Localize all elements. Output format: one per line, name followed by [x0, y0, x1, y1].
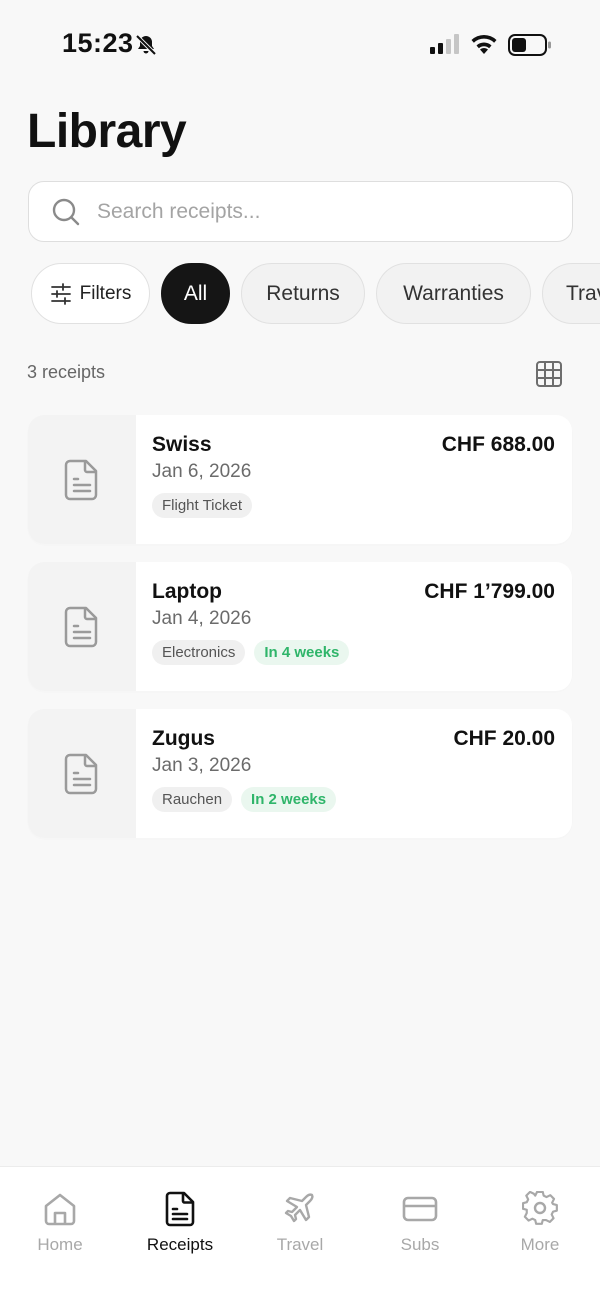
tab-receipts[interactable]: Receipts — [120, 1191, 240, 1261]
tab-label: Receipts — [146, 1235, 214, 1254]
receipt-name: Swiss — [152, 433, 212, 456]
receipt-amount: CHF 1’799.00 — [424, 580, 555, 603]
document-icon — [64, 459, 98, 500]
cellular-signal-icon — [430, 34, 459, 54]
document-icon — [64, 753, 98, 794]
status-bar: 15:23 — [0, 0, 600, 90]
chip-travel[interactable]: Travel — [542, 263, 600, 324]
tab-label: Subs — [400, 1235, 440, 1254]
page-title: Library — [27, 105, 187, 158]
receipt-count: 3 receipts — [27, 362, 106, 382]
receipt-icon — [165, 1191, 195, 1227]
chip-warranties[interactable]: Warranties — [376, 263, 531, 324]
category-tag: Flight Ticket — [152, 493, 253, 518]
receipt-tags: Flight Ticket — [152, 493, 253, 518]
filters-button[interactable]: Filters — [31, 263, 150, 324]
chip-returns[interactable]: Returns — [241, 263, 365, 324]
tab-home[interactable]: Home — [0, 1191, 120, 1261]
filter-chips: Filters All Returns Warranties Travel — [31, 263, 600, 324]
receipt-amount: CHF 688.00 — [441, 433, 555, 456]
tab-label: More — [520, 1235, 560, 1254]
category-tag: Electronics — [152, 640, 246, 665]
document-icon — [64, 606, 98, 647]
tab-bar: Home Receipts Travel Subs More — [0, 1166, 600, 1299]
home-icon — [44, 1193, 76, 1226]
receipt-date: Jan 3, 2026 — [152, 755, 252, 776]
tab-label: Travel — [276, 1235, 324, 1254]
receipt-thumbnail — [28, 415, 136, 544]
battery-icon — [508, 34, 551, 56]
receipt-card[interactable]: Swiss Jan 6, 2026 CHF 688.00 Flight Tick… — [28, 415, 572, 544]
wifi-icon — [471, 34, 497, 54]
receipt-name: Laptop — [152, 580, 222, 603]
status-time: 15:23 — [62, 28, 134, 58]
receipt-thumbnail — [28, 562, 136, 691]
sliders-icon — [50, 282, 71, 305]
list-toolbar: 3 receipts — [27, 360, 563, 390]
receipt-tags: Rauchen In 2 weeks — [152, 787, 337, 812]
gear-icon — [522, 1191, 558, 1225]
grid-view-icon[interactable] — [535, 360, 563, 388]
reminder-badge: In 4 weeks — [254, 640, 350, 665]
chip-all[interactable]: All — [161, 263, 230, 324]
tab-more[interactable]: More — [480, 1191, 600, 1261]
reminder-badge: In 2 weeks — [241, 787, 337, 812]
plane-icon — [284, 1193, 314, 1223]
receipt-amount: CHF 20.00 — [453, 727, 555, 750]
receipt-thumbnail — [28, 709, 136, 838]
tab-subs[interactable]: Subs — [360, 1191, 480, 1261]
receipt-tags: Electronics In 4 weeks — [152, 640, 350, 665]
receipt-card[interactable]: Zugus Jan 3, 2026 CHF 20.00 Rauchen In 2… — [28, 709, 572, 838]
tab-label: Home — [37, 1235, 83, 1254]
filters-label: Filters — [79, 282, 132, 304]
receipt-date: Jan 4, 2026 — [152, 608, 252, 629]
receipt-name: Zugus — [152, 727, 215, 750]
bell-muted-icon — [135, 34, 157, 56]
tab-travel[interactable]: Travel — [240, 1191, 360, 1261]
receipt-date: Jan 6, 2026 — [152, 461, 252, 482]
receipt-card[interactable]: Laptop Jan 4, 2026 CHF 1’799.00 Electron… — [28, 562, 572, 691]
search-input[interactable] — [97, 199, 537, 224]
search-box[interactable] — [28, 181, 573, 242]
card-icon — [402, 1196, 438, 1222]
category-tag: Rauchen — [152, 787, 233, 812]
search-icon — [52, 198, 80, 225]
